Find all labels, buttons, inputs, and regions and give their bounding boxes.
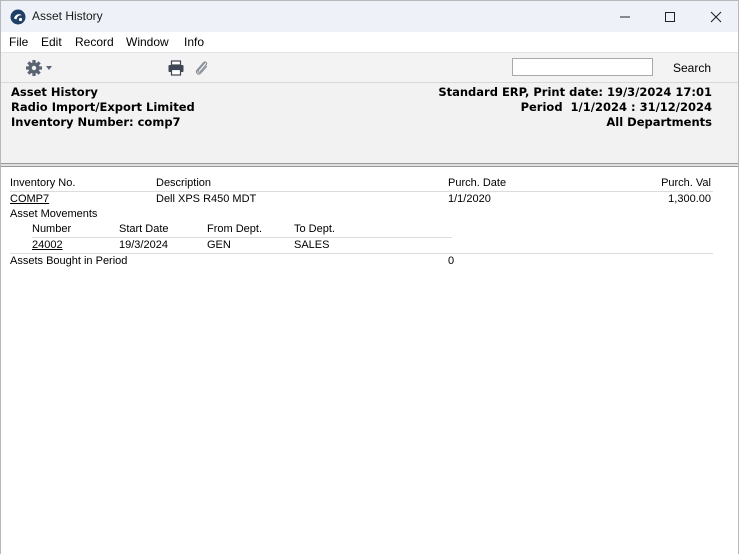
paperclip-icon xyxy=(195,61,208,75)
window-title: Asset History xyxy=(32,9,103,23)
minimize-icon xyxy=(620,16,630,17)
settings-menu-button[interactable] xyxy=(25,59,55,77)
maximize-icon xyxy=(665,11,675,22)
asset-purch-val: 1,300.00 xyxy=(668,193,711,205)
menu-window[interactable]: Window xyxy=(126,35,169,49)
toolbar: Search xyxy=(1,52,738,83)
movement-to-dept: SALES xyxy=(294,239,330,251)
report-header: Asset History Radio Import/Export Limite… xyxy=(1,83,738,164)
company-name: Radio Import/Export Limited xyxy=(11,100,195,114)
close-icon xyxy=(710,11,722,22)
movement-start-date: 19/3/2024 xyxy=(119,239,168,251)
menu-file[interactable]: File xyxy=(9,35,28,49)
inventory-no-link[interactable]: COMP7 xyxy=(10,193,49,205)
minimize-button[interactable] xyxy=(602,1,648,32)
asset-history-window: Asset History File Edit Record Window In… xyxy=(0,0,739,554)
system-print-date: Standard ERP, Print date: 19/3/2024 17:0… xyxy=(438,85,712,99)
report-body: Inventory No. Description Purch. Date Pu… xyxy=(1,167,738,554)
report-period: Period 1/1/2024 : 31/12/2024 xyxy=(520,100,712,114)
asset-movements-title: Asset Movements xyxy=(10,208,98,220)
col-header-number: Number xyxy=(32,223,72,235)
print-icon xyxy=(168,60,184,76)
menu-record[interactable]: Record xyxy=(75,35,114,49)
gear-icon xyxy=(26,60,52,76)
movement-number-link[interactable]: 24002 xyxy=(32,239,63,251)
attach-button[interactable] xyxy=(193,59,211,77)
maximize-button[interactable] xyxy=(647,1,693,32)
asset-description: Dell XPS R450 MDT xyxy=(156,193,257,205)
col-header-start-date: Start Date xyxy=(119,223,169,235)
app-logo-icon xyxy=(10,9,26,25)
movements-header-rule xyxy=(32,237,452,238)
menu-bar: File Edit Record Window Info xyxy=(1,32,738,52)
report-title: Asset History xyxy=(11,85,98,99)
asset-purch-date: 1/1/2020 xyxy=(448,193,491,205)
col-header-to-dept: To Dept. xyxy=(294,223,335,235)
movement-from-dept: GEN xyxy=(207,239,231,251)
inventory-filter: Inventory Number: comp7 xyxy=(11,115,181,129)
search-input[interactable] xyxy=(512,58,653,76)
col-header-purch-date: Purch. Date xyxy=(448,177,507,189)
summary-rule xyxy=(10,253,713,254)
col-header-description: Description xyxy=(156,177,212,189)
summary-label: Assets Bought in Period xyxy=(10,255,128,267)
search-button[interactable]: Search xyxy=(673,61,711,75)
departments-filter: All Departments xyxy=(606,115,712,129)
summary-value: 0 xyxy=(448,255,455,267)
col-header-from-dept: From Dept. xyxy=(207,223,263,235)
col-header-inventory-no: Inventory No. xyxy=(10,177,76,189)
title-bar: Asset History xyxy=(1,1,738,32)
print-button[interactable] xyxy=(167,59,185,77)
menu-info[interactable]: Info xyxy=(184,35,204,49)
menu-edit[interactable]: Edit xyxy=(41,35,62,49)
col-header-purch-val: Purch. Val xyxy=(661,177,711,189)
header-rule xyxy=(10,191,713,192)
close-button[interactable] xyxy=(693,1,739,32)
